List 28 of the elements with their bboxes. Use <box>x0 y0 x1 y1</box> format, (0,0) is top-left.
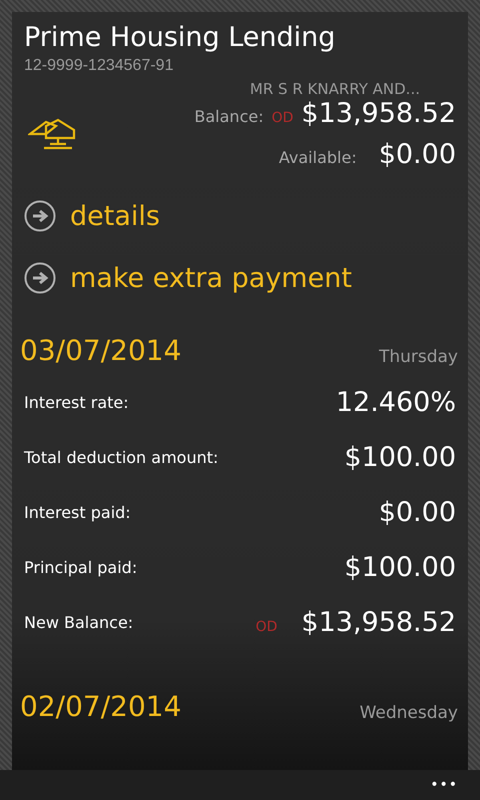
field-label: Interest rate: <box>24 393 129 412</box>
field-label: Total deduction amount: <box>24 448 218 467</box>
balance-label: Balance: <box>194 107 264 126</box>
arrow-circle-icon <box>24 262 56 294</box>
link[interactable]: make extra payment <box>24 262 456 294</box>
field-value: $100.00 <box>344 442 456 473</box>
balance-amount: $13,958.52 <box>301 98 456 129</box>
field-value: $13,958.52 <box>301 607 456 638</box>
link[interactable]: details <box>24 200 456 232</box>
available-amount: $0.00 <box>378 139 456 170</box>
transaction-date: 02/07/2014 <box>20 690 182 723</box>
weekday: Wednesday <box>360 703 458 723</box>
transaction-date: 03/07/2014 <box>20 334 182 367</box>
field-value: $100.00 <box>344 552 456 583</box>
weekday: Thursday <box>378 347 458 367</box>
field-value: 12.460% <box>336 387 456 418</box>
field-value: $0.00 <box>378 497 456 528</box>
field-label: Interest paid: <box>24 503 131 522</box>
account-number: 12-9999-1234567-91 <box>24 56 174 76</box>
overdrawn-indicator: OD <box>256 619 278 635</box>
more-button[interactable]: ••• <box>430 777 458 793</box>
available-label: Available: <box>278 148 357 167</box>
field-label: New Balance: <box>24 613 134 632</box>
account-holder: MR S R KNARRY AND... <box>248 80 420 98</box>
arrow-circle-icon <box>24 200 56 232</box>
overdrawn-indicator: OD <box>272 110 294 126</box>
field-label: Principal paid: <box>24 558 138 577</box>
account-title: Prime Housing Lending <box>24 21 336 55</box>
